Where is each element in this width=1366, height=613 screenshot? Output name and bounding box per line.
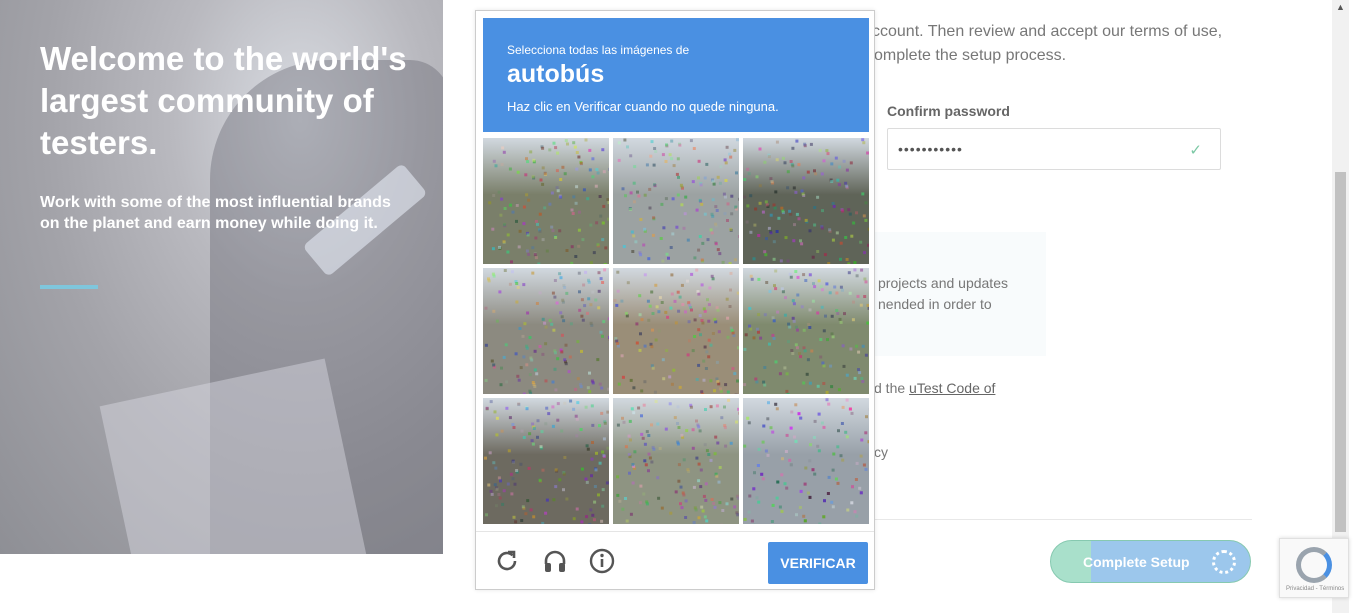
form-intro-line2: omplete the setup process.: [874, 47, 1067, 64]
recaptcha-badge[interactable]: Privacidad - Términos: [1279, 538, 1349, 598]
verify-button[interactable]: VERIFICAR: [768, 542, 868, 584]
tile-noise-texture: [743, 268, 869, 394]
hero-paper-image: [99, 358, 371, 554]
captcha-object: autobús: [507, 60, 605, 88]
form-divider: [870, 519, 1252, 520]
tile-noise-texture: [743, 138, 869, 264]
captcha-tile-school-bus-parking[interactable]: [483, 268, 609, 394]
captcha-dialog: Selecciona todas las imágenes de autobús…: [475, 10, 875, 590]
tile-noise-texture: [488, 138, 609, 264]
check-icon: ✓: [1189, 142, 1202, 159]
captcha-header: Selecciona todas las imágenes de autobús…: [483, 18, 869, 132]
captcha-image-grid: [483, 138, 869, 524]
tile-noise-texture: [484, 399, 609, 524]
captcha-footer: VERIFICAR: [476, 531, 874, 589]
tile-noise-texture: [616, 398, 739, 524]
captcha-tile-street-corner-traffic-light[interactable]: [483, 138, 609, 264]
notice-box: projects and updates nended in order to: [870, 232, 1046, 356]
captcha-tile-desert-tree[interactable]: [613, 268, 739, 394]
hero-divider: [40, 285, 98, 289]
captcha-tile-intersection-road[interactable]: [613, 138, 739, 264]
form-intro-line1: ccount. Then review and accept our terms…: [872, 23, 1223, 40]
audio-challenge-icon[interactable]: [542, 548, 568, 574]
tile-noise-texture: [743, 398, 869, 524]
code-of-conduct-text: d the uTest Code of: [874, 380, 996, 396]
tile-noise-texture: [617, 138, 739, 264]
captcha-tile-tree-lined-road[interactable]: [613, 398, 739, 524]
tile-noise-texture: [613, 268, 739, 394]
reload-icon[interactable]: [494, 548, 520, 574]
confirm-password-value: •••••••••••: [898, 141, 963, 157]
hero-subtext: Work with some of the most influential b…: [40, 194, 391, 232]
hero-heading: Welcome to the world's largest community…: [40, 40, 407, 161]
confirm-password-label: Confirm password: [887, 103, 1010, 119]
captcha-instruction: Selecciona todas las imágenes de: [507, 43, 690, 57]
notice-line1: projects and updates: [878, 275, 1008, 291]
recaptcha-terms[interactable]: Privacidad - Términos: [1286, 586, 1344, 592]
confirm-password-field[interactable]: ••••••••••• ✓: [887, 128, 1221, 170]
info-icon[interactable]: [589, 548, 615, 574]
captcha-tile-hillside[interactable]: [483, 398, 609, 524]
tile-noise-texture: [484, 268, 609, 394]
policy-text[interactable]: cy: [874, 444, 888, 460]
captcha-tile-white-bus[interactable]: [743, 138, 869, 264]
code-of-conduct-link[interactable]: uTest Code of: [909, 380, 995, 396]
loading-spinner-icon: [1212, 550, 1236, 574]
captcha-tile-roadside-grass[interactable]: [743, 268, 869, 394]
hero-panel: Welcome to the world's largest community…: [0, 0, 443, 554]
scroll-up-icon[interactable]: ▲: [1336, 2, 1345, 12]
complete-setup-label: Complete Setup: [1083, 554, 1190, 570]
captcha-tile-city-bus-stop-sign[interactable]: [743, 398, 869, 524]
captcha-subinstruction: Haz clic en Verificar cuando no quede ni…: [507, 99, 779, 114]
page-scrollbar[interactable]: ▲: [1332, 0, 1349, 613]
recaptcha-logo-icon: [1296, 547, 1332, 583]
complete-setup-button[interactable]: Complete Setup: [1050, 540, 1251, 583]
notice-line2: nended in order to: [878, 296, 992, 312]
scrollbar-thumb[interactable]: [1335, 172, 1346, 532]
